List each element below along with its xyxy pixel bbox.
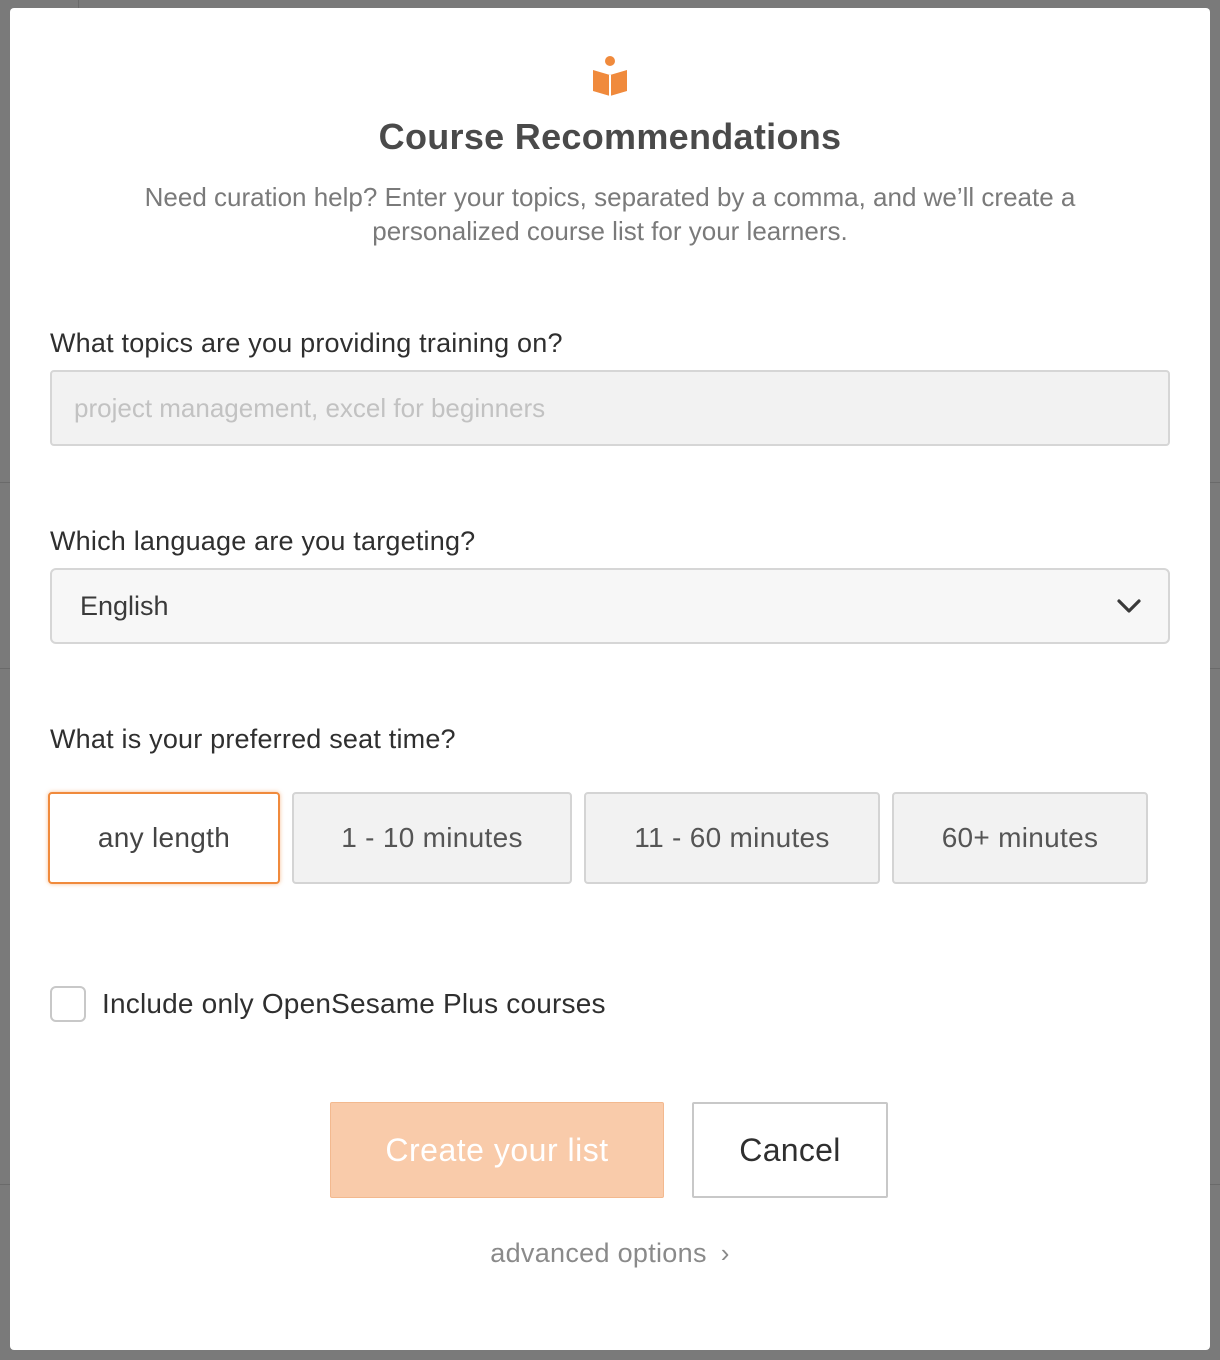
topics-input[interactable] (50, 370, 1170, 446)
seat-time-option-60-plus-minutes[interactable]: 60+ minutes (892, 792, 1148, 884)
seat-time-option-1-10-minutes[interactable]: 1 - 10 minutes (292, 792, 572, 884)
chevron-down-icon (1117, 599, 1141, 613)
create-list-button[interactable]: Create your list (330, 1102, 664, 1198)
plus-courses-label[interactable]: Include only OpenSesame Plus courses (102, 988, 606, 1020)
modal-title: Course Recommendations (378, 116, 842, 157)
language-select[interactable]: English (50, 568, 1170, 644)
advanced-options-label: advanced options (490, 1238, 707, 1268)
plus-courses-checkbox[interactable] (50, 986, 86, 1022)
book-reader-icon (593, 56, 627, 96)
chevron-right-icon: › (720, 1238, 730, 1268)
course-recommendations-modal: Course Recommendations Need curation hel… (10, 8, 1210, 1350)
language-label: Which language are you targeting? (50, 526, 476, 556)
topics-label: What topics are you providing training o… (50, 328, 563, 358)
seat-time-label: What is your preferred seat time? (50, 724, 456, 754)
seat-time-option-11-60-minutes[interactable]: 11 - 60 minutes (584, 792, 880, 884)
seat-time-option-any-length[interactable]: any length (48, 792, 280, 884)
modal-subtitle: Need curation help? Enter your topics, s… (144, 182, 1076, 246)
background-divider (78, 0, 79, 8)
advanced-options-link[interactable]: advanced options › (10, 1238, 1210, 1269)
language-selected-value: English (80, 590, 169, 621)
cancel-button[interactable]: Cancel (692, 1102, 888, 1198)
